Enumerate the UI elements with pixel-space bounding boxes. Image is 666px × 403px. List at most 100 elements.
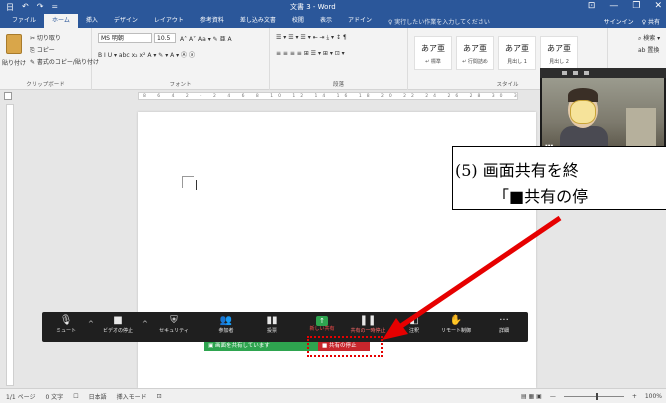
page-count[interactable]: 1/1 ページ [6,392,35,401]
remote-control-button[interactable]: ✋ リモート制御 [436,315,476,339]
more-label: 詳細 [498,328,509,334]
polls-button[interactable]: ▮▮ 投票 [252,315,292,339]
tab-selector[interactable] [4,92,12,100]
polls-label: 投票 [266,328,277,334]
share-button[interactable]: ♀ 共有 [642,17,660,26]
tell-me-search[interactable]: ♀ 実行したい作業を入力してください [388,17,490,26]
style-heading-1[interactable]: あア亜 見出し 1 [498,36,536,70]
hand-icon: ✋ [449,315,463,326]
customize-qat-icon[interactable]: = [51,2,58,13]
microphone-icon: 🎙 [59,315,73,326]
video-expand-icon[interactable] [584,71,589,75]
zoom-slider[interactable] [563,392,624,400]
tab-addins[interactable]: アドイン [340,14,380,28]
audio-options-caret[interactable]: ^ [88,320,94,328]
redo-icon[interactable]: ↷ [37,2,44,13]
macro-icon[interactable]: ⊡ [157,393,162,400]
tab-insert[interactable]: 挿入 [78,14,106,28]
participants-button[interactable]: 👥 参加者 [206,315,246,339]
paragraph-start-mark [182,176,194,188]
proofing-icon[interactable]: ☐ [73,393,78,400]
tab-review[interactable]: 校閲 [284,14,312,28]
paragraph-list-buttons[interactable]: ☰ ▾ ☰ ▾ ☰ ▾ ⇤ ⇥ ⤓ ▾ ↕ ¶ [276,34,347,42]
annotate-button[interactable]: ◧ 注釈 [394,315,434,339]
tab-references[interactable]: 参考資料 [192,14,232,28]
video-options-caret[interactable]: ^ [142,320,148,328]
language-indicator[interactable]: 日本語 [89,392,107,401]
paste-button[interactable]: 貼り付け [2,58,26,67]
style-sample: あア亜 [547,44,571,53]
paragraph-group: ☰ ▾ ☰ ▾ ☰ ▾ ⇤ ⇥ ⤓ ▾ ↕ ¶ ≡ ≡ ≡ ≡ ⊞ ☰ ▾ ⊞ … [270,28,408,90]
video-layout-icon[interactable] [573,71,578,75]
format-painter-button[interactable]: ✎ 書式のコピー/貼り付け [30,57,99,66]
sharing-indicator: ▣ 画面を共有しています [204,342,322,351]
find-button[interactable]: ⌕ 検索 ▾ [638,33,660,43]
view-mode-icons[interactable]: ▤ ▦ ▣ [521,393,542,400]
tab-view[interactable]: 表示 [312,14,340,28]
video-minimize-icon[interactable] [562,71,567,75]
security-label: セキュリティ [159,328,189,334]
cut-button[interactable]: ✂ 切り取り [30,33,61,42]
style-normal[interactable]: あア亜 ↵ 標準 [414,36,452,70]
save-icon[interactable]: 日 [6,2,14,13]
callout-line-2: 「■共有の停 [493,187,589,206]
video-window-controls [540,68,666,78]
style-name: ↵ 行間詰め [462,59,488,65]
zoom-meeting-controls: 🎙 ミュート ^ ■ ビデオの停止 ^ ⛨ セキュリティ 👥 参加者 ▮▮ 投票… [42,312,528,342]
font-size-select[interactable]: 10.5 [154,33,176,43]
copy-button[interactable]: ⎘ コピー [30,45,55,55]
font-tools[interactable]: A˄ A˅ Aa ▾ ✎ 亜 A [180,34,232,43]
tab-mailings[interactable]: 差し込み文書 [232,14,284,28]
zoom-level[interactable]: 100% [645,393,662,400]
stop-video-button[interactable]: ■ ビデオの停止 [98,315,138,339]
tab-home[interactable]: ホーム [44,14,78,28]
style-name: ↵ 標準 [425,59,441,65]
quick-access-toolbar: 日 ↶ ↷ = [0,2,58,13]
ribbon-tabs: ファイル ホーム 挿入 デザイン レイアウト 参考資料 差し込み文書 校閲 表示… [0,14,666,28]
security-button[interactable]: ⛨ セキュリティ [154,315,194,339]
font-format-buttons[interactable]: B I U ▾ abc x₂ x² A ▾ ✎ ▾ A ▾ Ⓐ ⓐ [98,50,195,59]
zoom-out-button[interactable]: — [550,393,556,400]
video-camera-icon: ■ [113,315,123,326]
new-share-label: 新しい共有 [309,326,335,332]
style-name: 見出し 1 [507,59,527,65]
tab-file[interactable]: ファイル [4,14,44,28]
pause-share-label: 共有の一時停止 [350,328,386,334]
share-screen-icon: ↑ [316,316,328,326]
more-button[interactable]: ··· 詳細 [484,315,524,339]
participants-icon: 👥 [219,315,233,326]
undo-icon[interactable]: ↶ [22,2,29,13]
remote-control-label: リモート制御 [440,328,471,334]
ruler-scale[interactable]: 8 6 4 2 · 2 4 6 8 10 12 14 16 18 20 22 2… [138,92,518,100]
zoom-video-thumbnail[interactable]: ▮▮▮ [540,68,666,154]
restore-icon[interactable]: ❐ [632,1,640,11]
font-group-label: フォント [169,82,192,88]
account-area: サインイン ♀ 共有 [604,17,660,26]
title-bar: 日 ↶ ↷ = 文書 3 - Word ⊡ — ❐ ✕ [0,0,666,14]
style-no-spacing[interactable]: あア亜 ↵ 行間詰め [456,36,494,70]
tab-design[interactable]: デザイン [106,14,146,28]
tab-layout[interactable]: レイアウト [146,14,192,28]
paste-icon[interactable] [6,34,22,54]
input-mode-indicator[interactable]: 挿入モード [117,392,147,401]
instruction-callout: (5) 画面共有を終 「■共有の停 [452,146,666,210]
replace-button[interactable]: ab 置換 [638,45,659,54]
status-bar: 1/1 ページ 0 文字 ☐ 日本語 挿入モード ⊡ ▤ ▦ ▣ — + 100… [0,388,666,403]
document-title: 文書 3 - Word [290,3,336,11]
style-sample: あア亜 [463,44,487,53]
zoom-in-button[interactable]: + [632,393,637,400]
font-name-select[interactable]: MS 明朝 [98,33,152,43]
close-icon[interactable]: ✕ [654,1,662,11]
ribbon-display-options-icon[interactable]: ⊡ [588,1,596,11]
callout-line-1: (5) 画面共有を終 [455,161,579,180]
participant-video: ▮▮▮ [542,78,664,152]
window-buttons: ⊡ — ❐ ✕ [588,1,662,11]
mute-button[interactable]: 🎙 ミュート [46,315,86,339]
word-count[interactable]: 0 文字 [45,392,63,401]
paragraph-align-buttons[interactable]: ≡ ≡ ≡ ≡ ⊞ ☰ ▾ ⊞ ▾ ⊡ ▾ [276,50,345,57]
style-name: 見出し 2 [549,59,569,65]
signin-link[interactable]: サインイン [604,17,634,26]
style-heading-2[interactable]: あア亜 見出し 2 [540,36,578,70]
minimize-icon[interactable]: — [609,1,618,11]
clipboard-group: 貼り付け ✂ 切り取り ⎘ コピー ✎ 書式のコピー/貼り付け クリップボード [0,28,99,90]
